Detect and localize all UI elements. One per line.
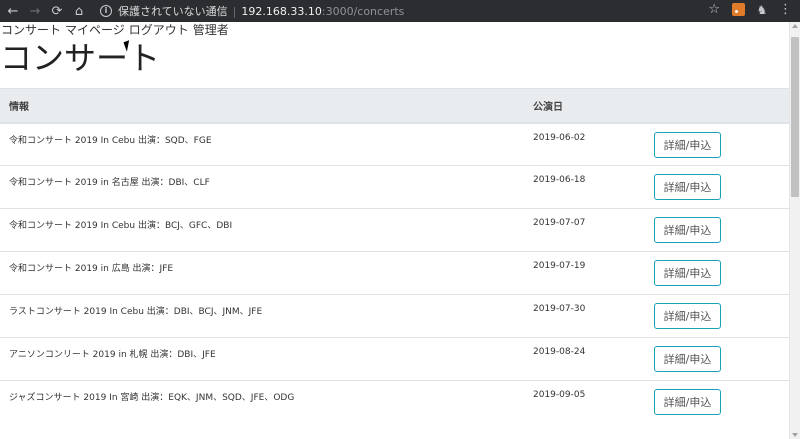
table-row: 令和コンサート 2019 In Cebu 出演：SQD、FGE 2019-06-… [0,122,789,166]
detail-apply-button[interactable]: 詳細/申込 [654,346,721,372]
nav-link-admin[interactable]: 管理者 [193,23,229,37]
extension-icon[interactable]: ♞ [755,3,769,17]
bookmark-star-icon[interactable]: ☆ [708,2,720,17]
table-row: 令和コンサート 2019 in 名古屋 出演：DBI、CLF 2019-06-1… [0,165,789,209]
concert-info-text: 令和コンサート 2019 in 広島 出演：JFE [9,264,174,274]
url-host: 192.168.33.10 [241,4,322,18]
detail-apply-button[interactable]: 詳細/申込 [654,303,721,329]
concert-info: ラストコンサート 2019 In Cebu 出演：DBI、BCJ、JNM、JFE [0,294,524,338]
action-cell: 詳細/申込 [647,208,789,252]
nav-link-concert[interactable]: コンサート [1,23,61,37]
nav-link-logout[interactable]: ログアウト [129,23,189,37]
header-info: 情報 [0,88,524,124]
concert-info: 令和コンサート 2019 In Cebu 出演：BCJ、GFC、DBI [0,208,524,252]
concert-date: 2019-07-30 [524,294,647,338]
concert-date: 2019-06-18 [524,165,647,209]
concert-date-text: 2019-07-19 [533,261,586,271]
info-icon[interactable]: i [100,5,112,17]
forward-icon[interactable]: → [26,2,44,20]
not-secure-label: 保護されていない通信 [118,5,228,18]
action-cell: 詳細/申込 [647,294,789,338]
scroll-thumb[interactable] [791,37,799,197]
table-row: 令和コンサート 2019 In Cebu 出演：BCJ、GFC、DBI 2019… [0,208,789,252]
table-row: ラストコンサート 2019 In Cebu 出演：DBI、BCJ、JNM、JFE… [0,294,789,338]
concert-date-text: 2019-08-24 [533,347,586,357]
concert-date: 2019-09-05 [524,380,647,424]
concert-date-text: 2019-07-30 [533,304,586,314]
table-row: アニソンコンリート 2019 in 札幌 出演：DBI、JFE 2019-08-… [0,337,789,381]
concert-info-text: 令和コンサート 2019 In Cebu 出演：BCJ、GFC、DBI [9,221,233,231]
url-path: :3000/concerts [321,4,405,18]
detail-apply-button[interactable]: 詳細/申込 [654,217,721,243]
back-icon[interactable]: ← [4,2,22,20]
concert-date: 2019-07-07 [524,208,647,252]
concert-info-text: ラストコンサート 2019 In Cebu 出演：DBI、BCJ、JNM、JFE [9,307,263,317]
action-cell: 詳細/申込 [647,165,789,209]
top-nav: コンサート マイページ ログアウト 管理者 [0,22,789,38]
action-cell: 詳細/申込 [647,122,789,166]
nav-link-mypage[interactable]: マイページ [65,23,125,37]
concert-info: 令和コンサート 2019 In Cebu 出演：SQD、FGE [0,122,524,166]
concert-date: 2019-08-24 [524,337,647,381]
concert-info: アニソンコンリート 2019 in 札幌 出演：DBI、JFE [0,337,524,381]
concert-info: 令和コンサート 2019 in 広島 出演：JFE [0,251,524,295]
address-bar[interactable]: i 保護されていない通信 | 192.168.33.10:3000/concer… [100,0,404,22]
concert-info-text: アニソンコンリート 2019 in 札幌 出演：DBI、JFE [9,350,216,360]
concert-date-text: 2019-06-18 [533,175,586,185]
browser-toolbar: ← → ⟳ ⌂ i 保護されていない通信 | 192.168.33.10:300… [0,0,800,22]
table-header-row: 情報 公演日 [0,88,789,124]
rss-icon[interactable] [732,3,745,16]
address-separator: | [232,4,237,18]
detail-apply-button[interactable]: 詳細/申込 [654,260,721,286]
detail-apply-button[interactable]: 詳細/申込 [654,131,721,158]
page-title: コンサート [0,39,161,77]
concert-info: ジャズコンサート 2019 In 宮崎 出演：EQK、JNM、SQD、JFE、O… [0,380,524,424]
action-cell: 詳細/申込 [647,337,789,381]
concert-info-text: 令和コンサート 2019 in 名古屋 出演：DBI、CLF [9,178,210,188]
table-row: ジャズコンサート 2019 In 宮崎 出演：EQK、JNM、SQD、JFE、O… [0,380,789,424]
scroll-up-arrow-icon[interactable] [792,24,798,28]
header-date: 公演日 [524,88,647,124]
page-content: コンサート マイページ ログアウト 管理者 コンサート 情報 公演日 令和コンサート … [0,22,789,439]
concert-date-text: 2019-07-07 [533,218,586,228]
action-cell: 詳細/申込 [647,380,789,424]
scroll-down-arrow-icon[interactable] [792,433,798,437]
reload-icon[interactable]: ⟳ [48,2,66,20]
concert-info: 令和コンサート 2019 in 名古屋 出演：DBI、CLF [0,165,524,209]
home-icon[interactable]: ⌂ [70,2,88,20]
action-cell: 詳細/申込 [647,251,789,295]
table-row: 令和コンサート 2019 in 広島 出演：JFE 2019-07-19 詳細/… [0,251,789,295]
concert-date-text: 2019-09-05 [533,390,586,400]
browser-menu-icon[interactable]: ⋮ [779,2,792,17]
concert-info-text: ジャズコンサート 2019 In 宮崎 出演：EQK、JNM、SQD、JFE、O… [9,393,295,403]
vertical-scrollbar[interactable] [789,22,800,439]
concert-date: 2019-07-19 [524,251,647,295]
header-action [647,88,789,124]
concert-date-text: 2019-06-02 [533,132,586,143]
concert-table: 情報 公演日 令和コンサート 2019 In Cebu 出演：SQD、FGE 2… [0,88,789,424]
concert-info-text: 令和コンサート 2019 In Cebu 出演：SQD、FGE [9,135,212,146]
detail-apply-button[interactable]: 詳細/申込 [654,174,721,200]
detail-apply-button[interactable]: 詳細/申込 [654,389,721,415]
concert-date: 2019-06-02 [524,122,647,166]
